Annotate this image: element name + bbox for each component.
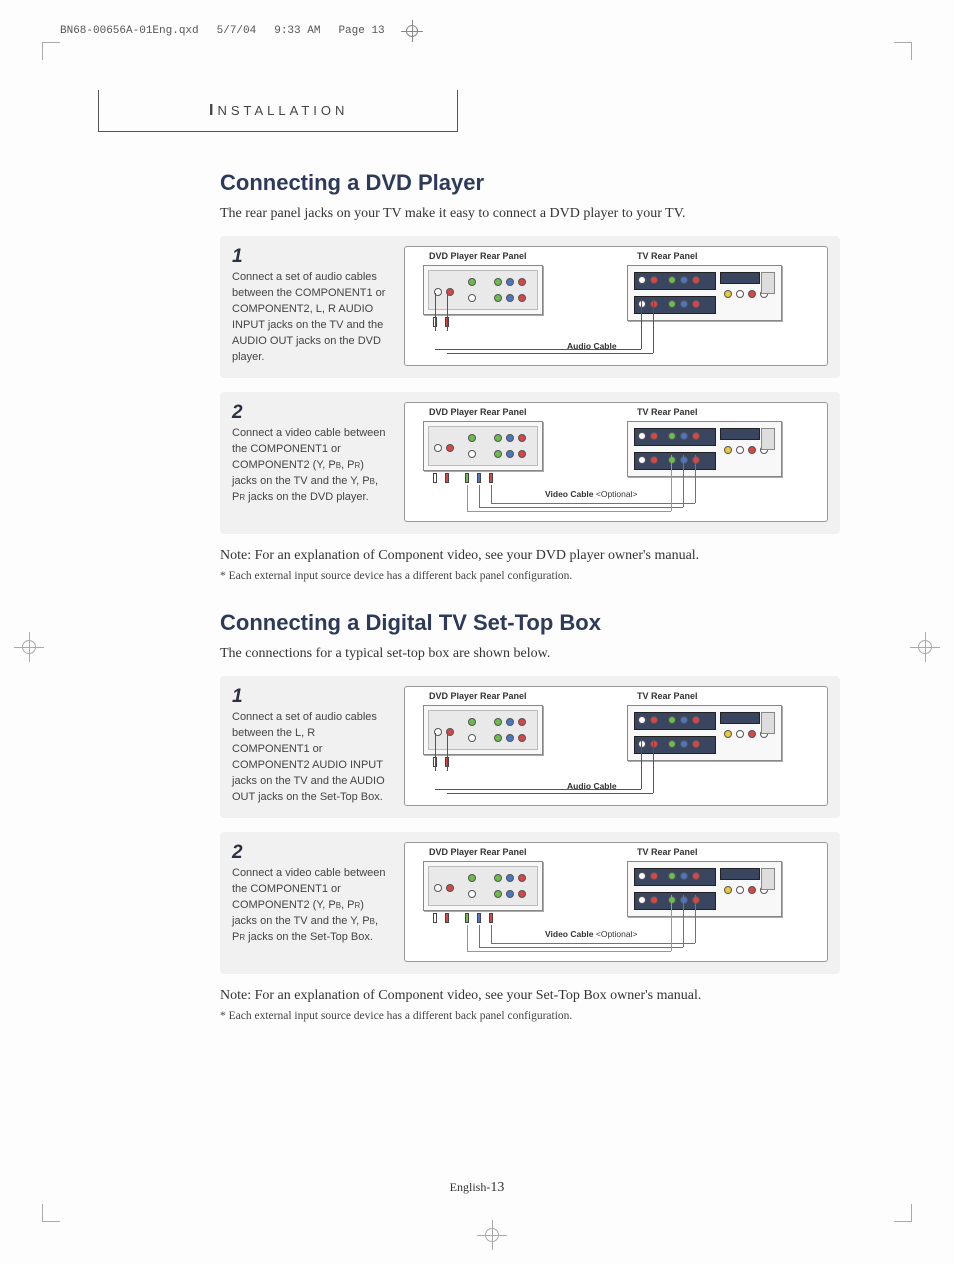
step-text: 2 Connect a video cable between the COMP… [232,842,392,962]
registration-mark-icon [14,632,44,662]
step-number: 2 [232,842,392,864]
doc-date: 5/7/04 [217,25,257,37]
step-box-1: 1 Connect a set of audio cables between … [220,676,840,818]
dvd-rear-panel-icon [423,265,543,315]
step-number: 2 [232,402,392,424]
section-intro: The connections for a typical set-top bo… [220,646,840,662]
section-footnote: * Each external input source device has … [220,1010,840,1022]
dvd-rear-panel-icon [423,705,543,755]
diagram-tv-label: TV Rear Panel [637,251,698,261]
diagram-dvd-label: DVD Player Rear Panel [429,407,527,417]
tv-rear-panel-icon [627,861,782,917]
page-content: Connecting a DVD Player The rear panel j… [220,170,840,1050]
tv-rear-panel-icon [627,265,782,321]
step-number: 1 [232,246,392,268]
doc-time: 9:33 AM [274,25,320,37]
connection-diagram-audio: DVD Player Rear Panel TV Rear Panel [404,686,828,806]
tv-rear-panel-icon [627,421,782,477]
page-number: 13 [490,1180,504,1195]
section-title: Connecting a DVD Player [220,170,840,196]
registration-mark-icon [477,1220,507,1250]
step-text: 1 Connect a set of audio cables between … [232,246,392,366]
section-intro: The rear panel jacks on your TV make it … [220,206,840,222]
cable-label-audio: Audio Cable [567,781,617,791]
diagram-tv-label: TV Rear Panel [637,847,698,857]
section-footnote: * Each external input source device has … [220,570,840,582]
document-print-header: BN68-00656A-01Eng.qxd 5/7/04 9:33 AM Pag… [60,22,421,40]
diagram-dvd-label: DVD Player Rear Panel [429,691,527,701]
crop-mark-icon [42,1192,72,1222]
registration-mark-icon [910,632,940,662]
cable-label-video: Video Cable <Optional> [545,489,637,499]
step-body: Connect a set of audio cables between th… [232,270,392,366]
diagram-dvd-label: DVD Player Rear Panel [429,251,527,261]
section-header-text: INSTALLATION [209,102,348,120]
step-box-1: 1 Connect a set of audio cables between … [220,236,840,378]
cable-label-audio: Audio Cable [567,341,617,351]
doc-filename: BN68-00656A-01Eng.qxd [60,25,199,37]
tv-rear-panel-icon [627,705,782,761]
diagram-tv-label: TV Rear Panel [637,691,698,701]
diagram-tv-label: TV Rear Panel [637,407,698,417]
section-header: INSTALLATION [98,90,458,132]
section-title: Connecting a Digital TV Set-Top Box [220,610,840,636]
section-note: Note: For an explanation of Component vi… [220,988,840,1004]
crop-mark-icon [882,42,912,72]
section-note: Note: For an explanation of Component vi… [220,548,840,564]
dvd-rear-panel-icon [423,421,543,471]
dvd-rear-panel-icon [423,861,543,911]
step-number: 1 [232,686,392,708]
connection-diagram-video: DVD Player Rear Panel TV Rear Panel [404,402,828,522]
connection-diagram-audio: DVD Player Rear Panel TV Rear Panel [404,246,828,366]
step-body: Connect a video cable between the COMPON… [232,426,392,506]
connection-diagram-video: DVD Player Rear Panel TV Rear Panel [404,842,828,962]
crop-mark-icon [882,1192,912,1222]
step-text: 1 Connect a set of audio cables between … [232,686,392,806]
cable-label-video: Video Cable <Optional> [545,929,637,939]
step-body: Connect a video cable between the COMPON… [232,866,392,946]
step-box-2: 2 Connect a video cable between the COMP… [220,392,840,534]
page-language: English- [450,1180,491,1194]
step-body: Connect a set of audio cables between th… [232,710,392,806]
diagram-dvd-label: DVD Player Rear Panel [429,847,527,857]
page-footer: English-13 [0,1180,954,1196]
crop-mark-icon [42,42,72,72]
doc-page-label: Page 13 [338,25,384,37]
registration-mark-icon [403,22,421,40]
step-box-2: 2 Connect a video cable between the COMP… [220,832,840,974]
step-text: 2 Connect a video cable between the COMP… [232,402,392,522]
